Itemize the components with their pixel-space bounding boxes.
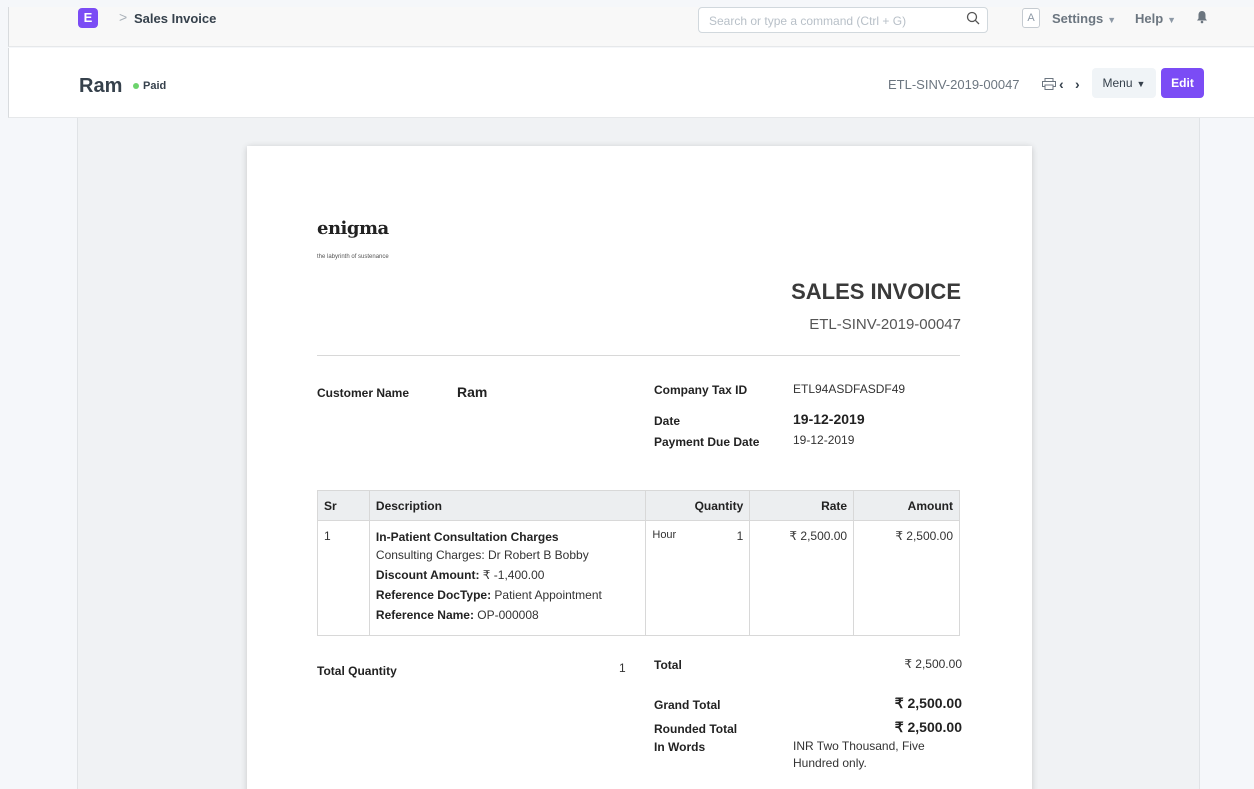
status-dot-icon (133, 83, 139, 89)
breadcrumb-sales-invoice[interactable]: Sales Invoice (134, 11, 216, 26)
settings-label: Settings (1052, 11, 1104, 26)
tax-id-value: ETL94ASDFASDF49 (793, 382, 906, 396)
previous-document-icon[interactable]: ‹ (1059, 76, 1064, 92)
print-icon[interactable] (1042, 78, 1056, 90)
total-label: Total (654, 658, 682, 672)
column-header-amount: Amount (853, 490, 960, 521)
item-name: In-Patient Consultation Charges (375, 530, 559, 544)
item-uom: Hour (652, 529, 677, 541)
search-icon[interactable] (966, 11, 980, 25)
app-logo[interactable]: E (78, 8, 98, 28)
rounded-total-label: Rounded Total (654, 722, 738, 736)
item-qty: 1 (736, 529, 744, 543)
in-words-line-1: INR Two Thousand, Five (793, 739, 925, 753)
search-placeholder: Search or type a command (Ctrl + G) (709, 14, 907, 28)
table-header-row: Sr Description Quantity Rate Amount (317, 490, 960, 521)
items-table: Sr Description Quantity Rate Amount 1 In… (317, 490, 960, 636)
discount-label: Discount Amount: (375, 568, 480, 582)
column-header-quantity: Quantity (645, 490, 751, 521)
reference-name-value: OP-000008 (473, 608, 539, 622)
edit-button[interactable]: Edit (1161, 68, 1204, 98)
customer-name-value: Ram (457, 384, 488, 400)
status-badge: Paid (133, 80, 166, 92)
company-tagline: the labyrinth of sustenance (317, 254, 389, 260)
menu-button[interactable]: Menu ▼ (1092, 68, 1156, 98)
search-input[interactable]: Search or type a command (Ctrl + G) (698, 7, 988, 33)
company-logo: enigma (317, 218, 389, 239)
next-document-icon[interactable]: › (1075, 76, 1080, 92)
in-words-value: INR Two Thousand, Five Hundred only. (793, 738, 925, 772)
item-description: Consulting Charges: Dr Robert B Bobby (375, 548, 589, 562)
help-dropdown[interactable]: Help ▼ (1135, 11, 1176, 26)
notification-bell-icon[interactable] (1196, 10, 1208, 24)
in-words-label: In Words (654, 740, 706, 754)
grand-total-label: Grand Total (654, 698, 721, 712)
page-title: Ram (79, 75, 123, 97)
total-value: ₹ 2,500.00 (904, 657, 962, 671)
chevron-down-icon: ▼ (1167, 15, 1177, 25)
column-header-sr: Sr (317, 490, 370, 521)
chevron-down-icon: ▼ (1107, 15, 1117, 25)
document-name: ETL-SINV-2019-00047 (888, 77, 1020, 92)
breadcrumb-separator-icon: > (119, 9, 128, 25)
payment-due-date-value: 19-12-2019 (793, 433, 855, 447)
date-value: 19-12-2019 (793, 411, 865, 427)
tax-id-label: Company Tax ID (654, 383, 748, 397)
invoice-title: SALES INVOICE (791, 279, 961, 304)
chevron-down-icon: ▼ (1136, 79, 1146, 89)
top-navbar: E > Sales Invoice Search or type a comma… (8, 7, 1254, 47)
cell-rate: ₹ 2,500.00 (749, 520, 855, 636)
reference-doctype-value: Patient Appointment (491, 588, 602, 602)
column-header-description: Description (368, 490, 647, 521)
cell-quantity: Hour 1 (645, 520, 751, 636)
rounded-total-value: ₹ 2,500.00 (894, 719, 962, 735)
in-words-line-2: Hundred only. (793, 756, 867, 770)
cell-description: In-Patient Consultation Charges Consulti… (368, 520, 647, 636)
table-row: 1 In-Patient Consultation Charges Consul… (317, 520, 960, 636)
total-quantity-value: 1 (619, 661, 626, 675)
column-header-rate: Rate (749, 490, 855, 521)
divider (317, 355, 960, 356)
discount-value: ₹ -1,400.00 (479, 568, 545, 582)
date-label: Date (654, 414, 681, 428)
total-quantity-label: Total Quantity (317, 664, 397, 678)
page-head: Ram Paid ETL-SINV-2019-00047 ‹ › Menu ▼ E… (8, 48, 1254, 118)
reference-name-label: Reference Name: (375, 608, 474, 622)
reference-doctype-label: Reference DocType: (375, 588, 492, 602)
avatar[interactable]: A (1022, 8, 1040, 28)
payment-due-date-label: Payment Due Date (654, 435, 760, 449)
invoice-number: ETL-SINV-2019-00047 (809, 316, 961, 333)
help-label: Help (1135, 11, 1164, 26)
cell-amount: ₹ 2,500.00 (853, 520, 960, 636)
cell-sr: 1 (317, 520, 370, 636)
invoice-sheet: enigma the labyrinth of sustenance SALES… (247, 146, 1032, 789)
settings-dropdown[interactable]: Settings ▼ (1052, 11, 1116, 26)
menu-label: Menu (1102, 76, 1133, 90)
customer-name-label: Customer Name (317, 386, 410, 400)
status-label: Paid (143, 80, 167, 92)
grand-total-value: ₹ 2,500.00 (894, 695, 962, 711)
